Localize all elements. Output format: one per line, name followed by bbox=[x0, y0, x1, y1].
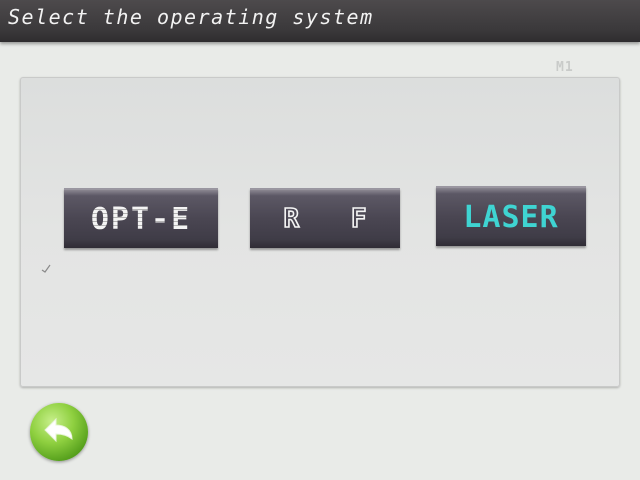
back-arrow-icon bbox=[44, 417, 73, 443]
page-title: Select the operating system bbox=[8, 5, 374, 29]
opt-e-label: OPT-E bbox=[90, 201, 192, 237]
opt-e-button[interactable]: OPT-E bbox=[64, 188, 218, 248]
title-bar: Select the operating system bbox=[0, 0, 640, 42]
rf-button[interactable]: R F bbox=[250, 188, 400, 248]
screen-code: M1 bbox=[556, 60, 574, 75]
rf-label: R F bbox=[283, 203, 385, 235]
back-button[interactable] bbox=[30, 403, 88, 461]
tick-mark-icon bbox=[41, 264, 51, 273]
laser-label: LASER bbox=[463, 199, 559, 235]
laser-button[interactable]: LASER bbox=[436, 186, 586, 246]
